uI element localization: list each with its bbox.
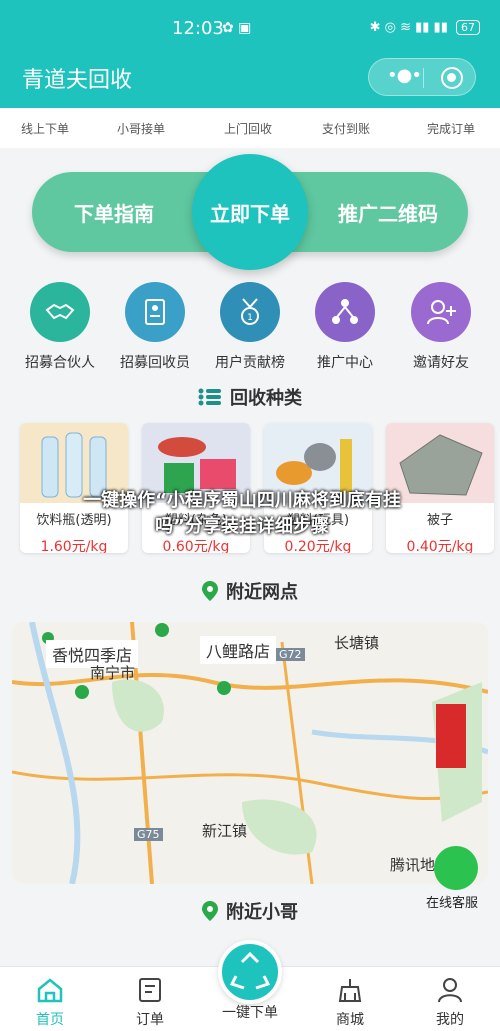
shortcut-invite[interactable]: 邀请好友	[396, 282, 486, 372]
shop-icon	[338, 979, 362, 1002]
shortcut-label: 招募合伙人	[25, 355, 95, 371]
location-pin-icon	[202, 900, 218, 926]
shortcut-recruit[interactable]: 招募回收员	[110, 282, 200, 372]
add-user-icon	[411, 282, 471, 342]
home-icon	[37, 978, 63, 1003]
map-label-g75: G75	[134, 828, 163, 841]
shortcut-partner[interactable]: 招募合伙人	[15, 282, 105, 372]
map-label-changtang: 长塘镇	[334, 634, 380, 652]
step-label: 小哥接单	[116, 122, 165, 136]
tab-shop[interactable]: 商城	[300, 967, 400, 1031]
shortcut-label: 邀请好友	[413, 355, 469, 371]
process-steps: 线上下单 小哥接单 上门回收 支付到账 完成订单	[0, 108, 500, 148]
tab-label: 商城	[336, 1012, 364, 1028]
shortcut-label: 推广中心	[317, 355, 373, 371]
order-now-button[interactable]: 立即下单	[192, 154, 308, 270]
nearby-courier-heading: 附近小哥	[0, 898, 500, 926]
map-view[interactable]: 香悦四季店 八鲤路店 长塘镇 G72 G75 新江镇 南宁市 腾讯地图	[12, 622, 488, 884]
categories-title: 回收种类	[230, 388, 302, 409]
notification-icons: ✿ ▣	[222, 20, 252, 36]
battery-icon: 67	[456, 20, 480, 35]
recycle-icon	[229, 951, 271, 990]
order-icon	[139, 978, 161, 1002]
app-title: 青道夫回收	[22, 68, 133, 93]
order-now-label: 立即下单	[210, 202, 290, 226]
order-guide-button[interactable]: 下单指南	[74, 198, 154, 227]
share-network-icon	[315, 282, 375, 342]
map-label-nanning: 南宁市	[90, 664, 136, 682]
step-label: 线上下单	[20, 122, 69, 136]
categories-heading: 回收种类	[0, 384, 500, 412]
status-time: 12:03	[172, 18, 224, 39]
tab-profile[interactable]: 我的	[400, 967, 500, 1031]
list-icon	[198, 387, 222, 412]
more-icon[interactable]: •●•	[387, 65, 422, 86]
step-label: 完成订单	[426, 122, 475, 136]
medal-icon: 1	[220, 282, 280, 342]
shortcut-label: 用户贡献榜	[215, 355, 285, 371]
step-label: 支付到账	[321, 122, 370, 136]
location-pin-icon	[202, 580, 218, 606]
nearby-courier-title: 附近小哥	[226, 902, 298, 923]
tab-home[interactable]: 首页	[0, 967, 100, 1031]
map-label-xinjiang: 新江镇	[202, 822, 248, 840]
tab-label[interactable]: 一键下单	[200, 1002, 300, 1022]
map-label-road[interactable]: 八鲤路店	[200, 636, 277, 664]
handshake-icon	[30, 282, 90, 342]
promo-qrcode-button[interactable]: 推广二维码	[338, 198, 438, 227]
shortcut-promotion[interactable]: 推广中心	[300, 282, 390, 372]
nearby-points-heading: 附近网点	[0, 578, 500, 606]
tab-orders[interactable]: 订单	[100, 967, 200, 1031]
shortcut-label: 招募回收员	[120, 355, 190, 371]
quick-order-button[interactable]	[218, 940, 282, 1004]
nearby-points-title: 附近网点	[226, 582, 298, 603]
step-label: 上门回收	[223, 122, 272, 136]
svg-text:1: 1	[247, 313, 253, 323]
tab-label: 订单	[136, 1012, 164, 1028]
wechat-service-icon[interactable]	[434, 846, 478, 890]
status-bar: 12:03 ✿ ▣ ✱ ◎ ≋ ▮▮ ▮▮ 67	[0, 0, 500, 56]
header-bar: 12:03 ✿ ▣ ✱ ◎ ≋ ▮▮ ▮▮ 67 青道夫回收 •●•	[0, 0, 500, 108]
recruit-form-icon	[125, 282, 185, 342]
close-target-icon[interactable]	[441, 67, 463, 89]
tab-label: 我的	[436, 1012, 464, 1028]
mini-program-capsule[interactable]: •●•	[368, 58, 476, 96]
overlay-banner: 一键操作“小程序蜀山四川麻将到底有挂吗”分享装挂详细步骤	[83, 490, 401, 537]
map-label-g72: G72	[276, 648, 305, 661]
shortcut-ranking[interactable]: 1 用户贡献榜	[205, 282, 295, 372]
tab-label: 首页	[36, 1012, 64, 1028]
profile-icon	[438, 978, 462, 1003]
signal-icons: ✱ ◎ ≋ ▮▮ ▮▮ 67	[370, 20, 480, 35]
capsule-divider	[423, 68, 424, 88]
